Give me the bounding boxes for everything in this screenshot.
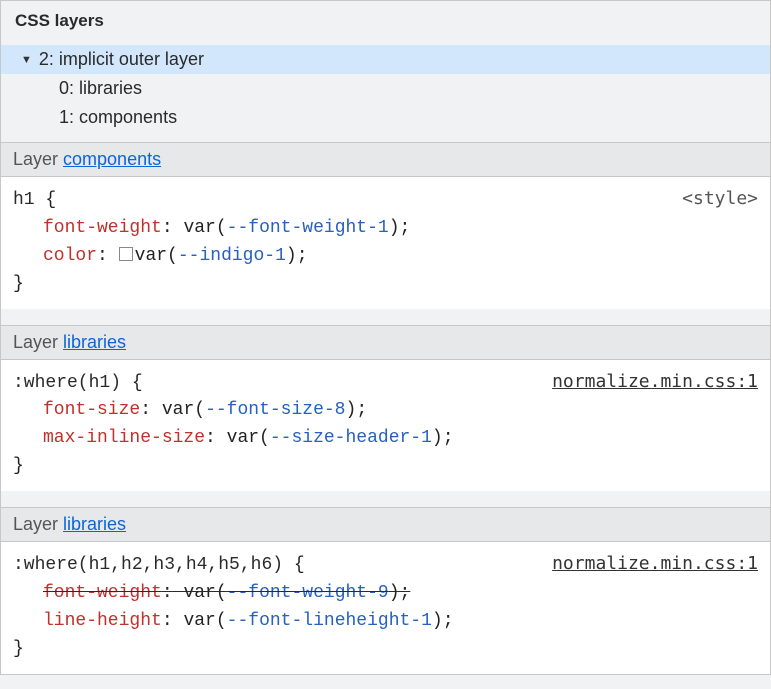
color-swatch-icon[interactable]: [119, 247, 133, 261]
layer-header-prefix: Layer: [13, 332, 63, 352]
layer-header: Layer libraries: [1, 325, 770, 360]
selector: :where(h1) {: [13, 370, 143, 398]
css-rule: h1 { <style> font-weight: var(--font-wei…: [1, 177, 770, 309]
tree-label: 1: components: [59, 107, 177, 128]
rule-source[interactable]: <style>: [682, 185, 758, 213]
selector: :where(h1,h2,h3,h4,h5,h6) {: [13, 552, 305, 580]
section-gap: [1, 491, 770, 507]
declaration[interactable]: color: var(--indigo-1);: [13, 243, 758, 271]
tree-label: 0: libraries: [59, 78, 142, 99]
declaration[interactable]: line-height: var(--font-lineheight-1);: [13, 608, 758, 636]
tree-row-child[interactable]: 1: components: [1, 103, 770, 132]
selector: h1 {: [13, 187, 56, 215]
css-rule: :where(h1) { normalize.min.css:1 font-si…: [1, 360, 770, 492]
layer-tree: ▼ 2: implicit outer layer 0: libraries 1…: [1, 41, 770, 142]
layer-header: Layer libraries: [1, 507, 770, 542]
layer-link[interactable]: components: [63, 149, 161, 169]
tree-row-root[interactable]: ▼ 2: implicit outer layer: [1, 45, 770, 74]
declaration[interactable]: max-inline-size: var(--size-header-1);: [13, 425, 758, 453]
layer-header: Layer components: [1, 142, 770, 177]
layer-header-prefix: Layer: [13, 514, 63, 534]
panel-title: CSS layers: [1, 1, 770, 41]
tree-label: 2: implicit outer layer: [39, 49, 204, 70]
declaration[interactable]: font-weight: var(--font-weight-1);: [13, 215, 758, 243]
tree-row-child[interactable]: 0: libraries: [1, 74, 770, 103]
layer-header-prefix: Layer: [13, 149, 63, 169]
rule-source[interactable]: normalize.min.css:1: [552, 550, 758, 578]
layer-link[interactable]: libraries: [63, 332, 126, 352]
declaration-overridden[interactable]: font-weight: var(--font-weight-9);: [13, 580, 758, 608]
declaration[interactable]: font-size: var(--font-size-8);: [13, 397, 758, 425]
css-rule: :where(h1,h2,h3,h4,h5,h6) { normalize.mi…: [1, 542, 770, 674]
css-layers-panel: CSS layers ▼ 2: implicit outer layer 0: …: [0, 0, 771, 675]
disclosure-triangle-icon[interactable]: ▼: [21, 54, 32, 66]
section-gap: [1, 309, 770, 325]
rule-source[interactable]: normalize.min.css:1: [552, 368, 758, 396]
layer-link[interactable]: libraries: [63, 514, 126, 534]
